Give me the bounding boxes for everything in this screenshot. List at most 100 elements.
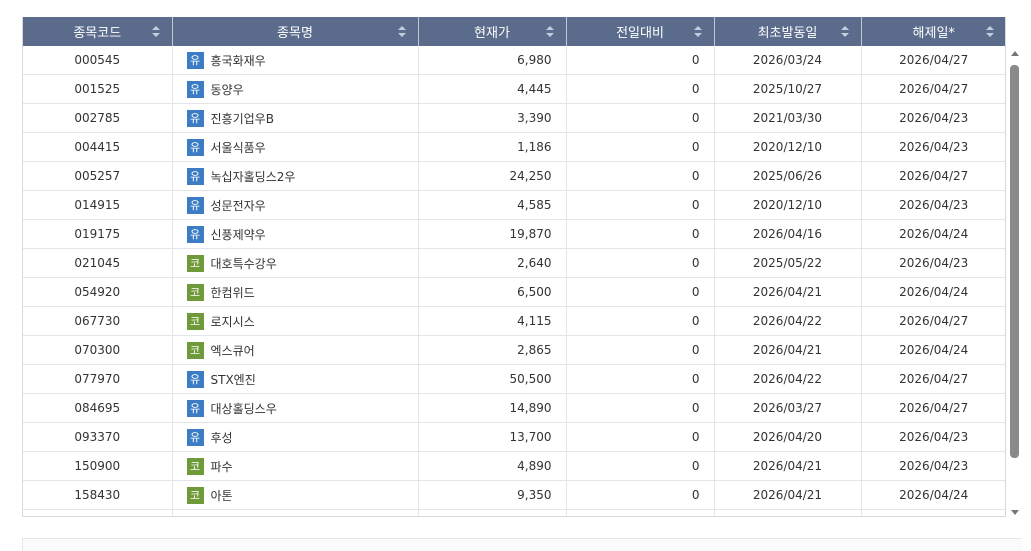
stock-name[interactable]: 파수 xyxy=(211,460,233,474)
column-header-code[interactable]: 종목코드 xyxy=(23,17,173,46)
cell-first-date: 2026/04/22 xyxy=(714,364,862,394)
stock-name[interactable]: 로지시스 xyxy=(211,315,255,329)
table-row[interactable]: 067730 코 로지시스 4,115 0 2026/04/22 2026/04/27 xyxy=(23,306,1005,336)
stock-name[interactable]: 대상홀딩스우 xyxy=(211,402,277,416)
vertical-scrollbar[interactable] xyxy=(1009,49,1021,517)
cell-code: 093370 xyxy=(23,422,173,452)
arrow-up-icon[interactable] xyxy=(1011,51,1019,56)
cell-name[interactable]: 유 동양우 xyxy=(172,74,419,104)
market-badge: 유 xyxy=(186,109,204,127)
stock-name[interactable]: 녹십자홀딩스2우 xyxy=(211,170,296,184)
sort-updown-icon[interactable] xyxy=(693,26,702,37)
sort-updown-icon[interactable] xyxy=(986,26,994,37)
table-row[interactable]: 150900 코 파수 4,890 0 2026/04/21 2026/04/23 xyxy=(23,451,1005,481)
column-header-change[interactable]: 전일대비 xyxy=(566,17,715,46)
column-label: 종목코드 xyxy=(73,26,122,41)
cell-price: 4,445 xyxy=(418,74,567,104)
column-header-name[interactable]: 종목명 xyxy=(172,17,419,46)
cell-first-date: 2026/03/24 xyxy=(714,46,862,75)
column-header-price[interactable]: 현재가 xyxy=(418,17,567,46)
cell-name[interactable]: 유 후성 xyxy=(172,422,419,452)
cell-name[interactable]: 유 대상홀딩스우 xyxy=(172,393,419,423)
table-row[interactable]: 001525 유 동양우 4,445 0 2025/10/27 2026/04/27 xyxy=(23,74,1005,104)
cell-name[interactable]: 유 성문전자우 xyxy=(172,190,419,220)
stock-name[interactable]: 서울식품우 xyxy=(211,141,266,155)
cell-name[interactable]: 유 흥국화재우 xyxy=(172,46,419,75)
cell-release-date: 2026/04/23 xyxy=(861,103,1005,133)
cell-name[interactable] xyxy=(172,509,419,516)
cell-name[interactable]: 유 신풍제약우 xyxy=(172,219,419,249)
cell-change: 0 xyxy=(566,103,715,133)
cell-price: 4,585 xyxy=(418,190,567,220)
stock-name[interactable]: 아톤 xyxy=(211,489,233,503)
cell-name[interactable]: 코 로지시스 xyxy=(172,306,419,336)
table-row[interactable]: 077970 유 STX엔진 50,500 0 2026/04/22 2026/04/27 xyxy=(23,364,1005,394)
market-badge: 코 xyxy=(186,341,204,359)
column-label: 종목명 xyxy=(277,26,313,41)
table-body: 000545 유 흥국화재우 6,980 0 2026/03/24 2026/04/27 00… xyxy=(23,46,1005,516)
table-header: 종목코드 종목명 현재가 전일대비 최초발동일 해제일* xyxy=(23,17,1005,46)
cell-first-date: 2026/04/21 xyxy=(714,480,862,510)
cell-code: 077970 xyxy=(23,364,173,394)
table-row[interactable]: 002785 유 진흥기업우B 3,390 0 2021/03/30 2026/04/23 xyxy=(23,103,1005,133)
stock-name[interactable]: 대호특수강우 xyxy=(211,257,277,271)
cell-release-date: 2026/04/27 xyxy=(861,364,1005,394)
stock-name[interactable]: 흥국화재우 xyxy=(211,54,266,68)
table-row[interactable]: 070300 코 엑스큐어 2,865 0 2026/04/21 2026/04/24 xyxy=(23,335,1005,365)
sort-updown-icon[interactable] xyxy=(397,26,406,37)
cell-first-date: 2026/04/16 xyxy=(714,219,862,249)
scrollbar-thumb[interactable] xyxy=(1010,65,1019,458)
sort-updown-icon[interactable] xyxy=(151,26,160,37)
stock-name[interactable]: 신풍제약우 xyxy=(211,228,266,242)
table-row[interactable]: 005257 유 녹십자홀딩스2우 24,250 0 2025/06/26 2026/04/… xyxy=(23,161,1005,191)
stock-name[interactable]: 엑스큐어 xyxy=(211,344,255,358)
table-row[interactable]: 014915 유 성문전자우 4,585 0 2020/12/10 2026/04/23 xyxy=(23,190,1005,220)
cell-first-date: 2026/04/22 xyxy=(714,306,862,336)
cell-name[interactable]: 코 한컴위드 xyxy=(172,277,419,307)
column-header-release-date[interactable]: 해제일* xyxy=(861,17,1005,46)
stock-name[interactable]: 후성 xyxy=(211,431,233,445)
cell-first-date: 2025/10/27 xyxy=(714,74,862,104)
market-badge: 유 xyxy=(186,138,204,156)
stock-name[interactable]: 한컴위드 xyxy=(211,286,255,300)
stock-name[interactable]: 성문전자우 xyxy=(211,199,266,213)
cell-change: 0 xyxy=(566,190,715,220)
sort-updown-icon[interactable] xyxy=(840,26,849,37)
stock-name[interactable]: 동양우 xyxy=(211,83,244,97)
table-row[interactable]: 158430 코 아톤 9,350 0 2026/04/21 2026/04/24 xyxy=(23,480,1005,510)
cell-first-date: 2026/04/20 xyxy=(714,422,862,452)
cell-name[interactable]: 유 녹십자홀딩스2우 xyxy=(172,161,419,191)
cell-name[interactable]: 코 파수 xyxy=(172,451,419,481)
cell-code xyxy=(23,509,173,516)
table-row[interactable]: 004415 유 서울식품우 1,186 0 2020/12/10 2026/04/23 xyxy=(23,132,1005,162)
column-label: 전일대비 xyxy=(616,26,664,41)
table-row[interactable]: 000545 유 흥국화재우 6,980 0 2026/03/24 2026/04/27 xyxy=(23,46,1005,75)
cell-name[interactable]: 코 엑스큐어 xyxy=(172,335,419,365)
table-row[interactable] xyxy=(23,509,1005,516)
cell-name[interactable]: 유 STX엔진 xyxy=(172,364,419,394)
cell-code: 084695 xyxy=(23,393,173,423)
sort-updown-icon[interactable] xyxy=(545,26,554,37)
cell-code: 002785 xyxy=(23,103,173,133)
stock-name[interactable]: 진흥기업우B xyxy=(211,112,274,126)
cell-release-date: 2026/04/27 xyxy=(861,46,1005,75)
table-row[interactable]: 019175 유 신풍제약우 19,870 0 2026/04/16 2026/04/24 xyxy=(23,219,1005,249)
stock-name[interactable]: STX엔진 xyxy=(211,373,256,387)
cell-code: 150900 xyxy=(23,451,173,481)
cell-name[interactable]: 코 아톤 xyxy=(172,480,419,510)
table-row[interactable]: 084695 유 대상홀딩스우 14,890 0 2026/03/27 2026/04/27 xyxy=(23,393,1005,423)
cell-change: 0 xyxy=(566,306,715,336)
cell-change: 0 xyxy=(566,422,715,452)
bottom-panel xyxy=(22,538,1022,551)
table-row[interactable]: 021045 코 대호특수강우 2,640 0 2025/05/22 2026/04/23 xyxy=(23,248,1005,278)
column-header-first-date[interactable]: 최초발동일 xyxy=(714,17,862,46)
table-row[interactable]: 093370 유 후성 13,700 0 2026/04/20 2026/04/23 xyxy=(23,422,1005,452)
cell-release-date: 2026/04/24 xyxy=(861,480,1005,510)
cell-name[interactable]: 코 대호특수강우 xyxy=(172,248,419,278)
cell-code: 014915 xyxy=(23,190,173,220)
cell-name[interactable]: 유 진흥기업우B xyxy=(172,103,419,133)
arrow-down-icon[interactable] xyxy=(1011,510,1019,515)
table-row[interactable]: 054920 코 한컴위드 6,500 0 2026/04/21 2026/04/24 xyxy=(23,277,1005,307)
cell-first-date: 2021/03/30 xyxy=(714,103,862,133)
cell-name[interactable]: 유 서울식품우 xyxy=(172,132,419,162)
